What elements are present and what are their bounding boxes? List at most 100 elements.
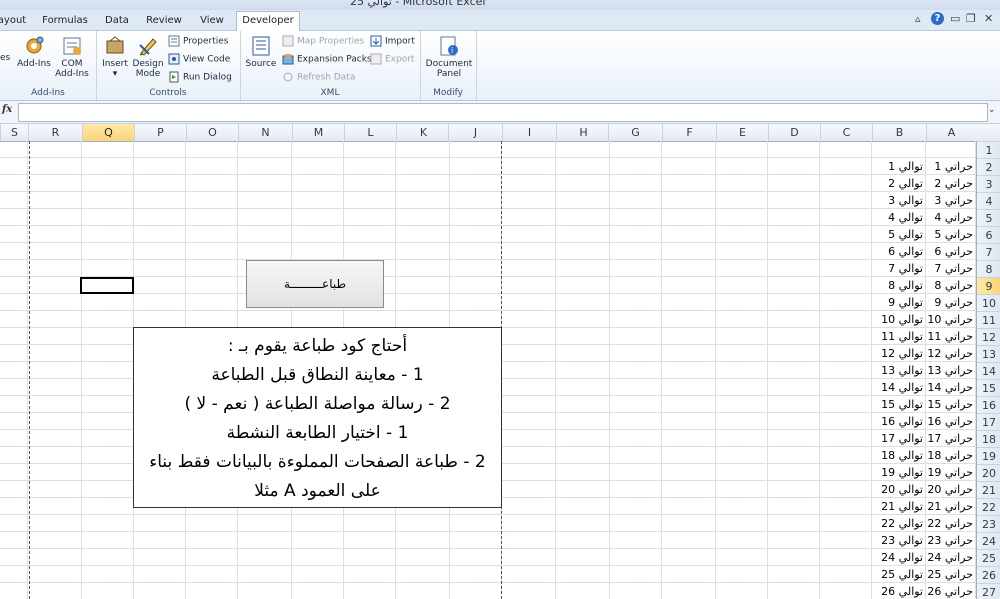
column-header-n[interactable]: N: [238, 124, 292, 141]
cell-b[interactable]: توالي 1: [872, 158, 923, 175]
map-properties-button[interactable]: Map Properties: [282, 35, 364, 47]
column-header-g[interactable]: G: [608, 124, 662, 141]
row-header-16[interactable]: 16: [977, 396, 1000, 413]
row-header-6[interactable]: 6: [977, 226, 1000, 243]
row-header-25[interactable]: 25: [977, 549, 1000, 566]
row-header-22[interactable]: 22: [977, 498, 1000, 515]
cell-a[interactable]: حراتي 20: [926, 481, 973, 498]
cell-a[interactable]: حراتي 3: [926, 192, 973, 209]
column-header-f[interactable]: F: [662, 124, 716, 141]
cell-a[interactable]: حراتي 5: [926, 226, 973, 243]
cell-a[interactable]: حراتي 7: [926, 260, 973, 277]
tab-view[interactable]: View: [196, 12, 228, 29]
cell-b[interactable]: توالي 13: [872, 362, 923, 379]
row-header-11[interactable]: 11: [977, 311, 1000, 328]
column-header-q[interactable]: Q: [82, 124, 134, 141]
cell-b[interactable]: توالي 21: [872, 498, 923, 515]
minimize-window-icon[interactable]: ▭: [950, 12, 960, 25]
expansion-packs-button[interactable]: Expansion Packs: [282, 53, 372, 65]
cell-b[interactable]: توالي 3: [872, 192, 923, 209]
document-panel-button[interactable]: i Document Panel: [424, 35, 474, 79]
cell-a[interactable]: حراتي 2: [926, 175, 973, 192]
cell-a[interactable]: حراتي 17: [926, 430, 973, 447]
partial-button-label[interactable]: es: [0, 53, 10, 63]
cell-b[interactable]: توالي 18: [872, 447, 923, 464]
cell-b[interactable]: توالي 6: [872, 243, 923, 260]
cell-a[interactable]: حراتي 11: [926, 328, 973, 345]
cell-a[interactable]: حراتي 8: [926, 277, 973, 294]
row-header-24[interactable]: 24: [977, 532, 1000, 549]
row-header-27[interactable]: 27: [977, 583, 1000, 599]
cell-a[interactable]: حراتي 18: [926, 447, 973, 464]
cell-b[interactable]: توالي 4: [872, 209, 923, 226]
cell-a[interactable]: حراتي 22: [926, 515, 973, 532]
cell-b[interactable]: توالي 23: [872, 532, 923, 549]
row-header-20[interactable]: 20: [977, 464, 1000, 481]
cell-a[interactable]: حراتي 9: [926, 294, 973, 311]
column-header-c[interactable]: C: [820, 124, 872, 141]
cell-b[interactable]: توالي 26: [872, 583, 923, 599]
cell-a[interactable]: حراتي 1: [926, 158, 973, 175]
cell-b[interactable]: توالي 17: [872, 430, 923, 447]
tab-review[interactable]: Review: [142, 12, 186, 29]
column-header-m[interactable]: M: [292, 124, 344, 141]
cell-b[interactable]: توالي 12: [872, 345, 923, 362]
help-icon[interactable]: ?: [931, 12, 944, 25]
row-header-15[interactable]: 15: [977, 379, 1000, 396]
tab-developer[interactable]: Developer: [236, 11, 300, 31]
column-header-s[interactable]: S: [0, 124, 28, 141]
design-mode-button[interactable]: Design Mode: [132, 35, 164, 79]
cell-b[interactable]: توالي 14: [872, 379, 923, 396]
column-header-r[interactable]: R: [28, 124, 82, 141]
cell-a[interactable]: حراتي 23: [926, 532, 973, 549]
cell-a[interactable]: حراتي 16: [926, 413, 973, 430]
cell-a[interactable]: حراتي 24: [926, 549, 973, 566]
cell-b[interactable]: توالي 20: [872, 481, 923, 498]
cell-a[interactable]: حراتي 13: [926, 362, 973, 379]
row-header-23[interactable]: 23: [977, 515, 1000, 532]
row-header-26[interactable]: 26: [977, 566, 1000, 583]
cell-b[interactable]: توالي 2: [872, 175, 923, 192]
row-header-7[interactable]: 7: [977, 243, 1000, 260]
cell-b[interactable]: توالي 24: [872, 549, 923, 566]
column-header-b[interactable]: B: [872, 124, 926, 141]
properties-button[interactable]: Properties: [168, 35, 228, 47]
cell-a[interactable]: حراتي 4: [926, 209, 973, 226]
export-button[interactable]: Export: [370, 53, 414, 65]
row-header-19[interactable]: 19: [977, 447, 1000, 464]
tab-formulas[interactable]: Formulas: [40, 12, 90, 29]
addins-button[interactable]: Add-Ins: [16, 35, 52, 69]
column-header-o[interactable]: O: [186, 124, 238, 141]
cell-a[interactable]: حراتي 12: [926, 345, 973, 362]
row-header-2[interactable]: 2: [977, 158, 1000, 175]
cell-b[interactable]: توالي 5: [872, 226, 923, 243]
column-header-i[interactable]: I: [502, 124, 556, 141]
column-header-j[interactable]: J: [448, 124, 502, 141]
close-window-icon[interactable]: ✕: [984, 12, 993, 25]
row-header-13[interactable]: 13: [977, 345, 1000, 362]
cell-b[interactable]: توالي 25: [872, 566, 923, 583]
column-header-k[interactable]: K: [396, 124, 450, 141]
cell-a[interactable]: حراتي 6: [926, 243, 973, 260]
tab-page-layout[interactable]: ayout: [0, 12, 28, 29]
cell-b[interactable]: توالي 10: [872, 311, 923, 328]
cell-b[interactable]: توالي 7: [872, 260, 923, 277]
row-header-18[interactable]: 18: [977, 430, 1000, 447]
formula-input[interactable]: [18, 103, 988, 122]
row-header-12[interactable]: 12: [977, 328, 1000, 345]
expand-formula-bar-icon[interactable]: ⌄: [988, 105, 996, 115]
minimize-ribbon-icon[interactable]: ▵: [915, 12, 921, 25]
restore-window-icon[interactable]: ❐: [966, 12, 976, 25]
cell-a[interactable]: حراتي 19: [926, 464, 973, 481]
source-button[interactable]: Source: [244, 35, 278, 69]
refresh-data-button[interactable]: Refresh Data: [282, 71, 355, 83]
cell-a[interactable]: حراتي 25: [926, 566, 973, 583]
cell-a[interactable]: حراتي 26: [926, 583, 973, 599]
row-header-9[interactable]: 9: [977, 277, 1000, 294]
row-header-5[interactable]: 5: [977, 209, 1000, 226]
cell-a[interactable]: حراتي 15: [926, 396, 973, 413]
row-header-10[interactable]: 10: [977, 294, 1000, 311]
insert-button[interactable]: Insert ▾: [100, 35, 130, 79]
cell-b[interactable]: توالي 9: [872, 294, 923, 311]
column-header-d[interactable]: D: [768, 124, 820, 141]
